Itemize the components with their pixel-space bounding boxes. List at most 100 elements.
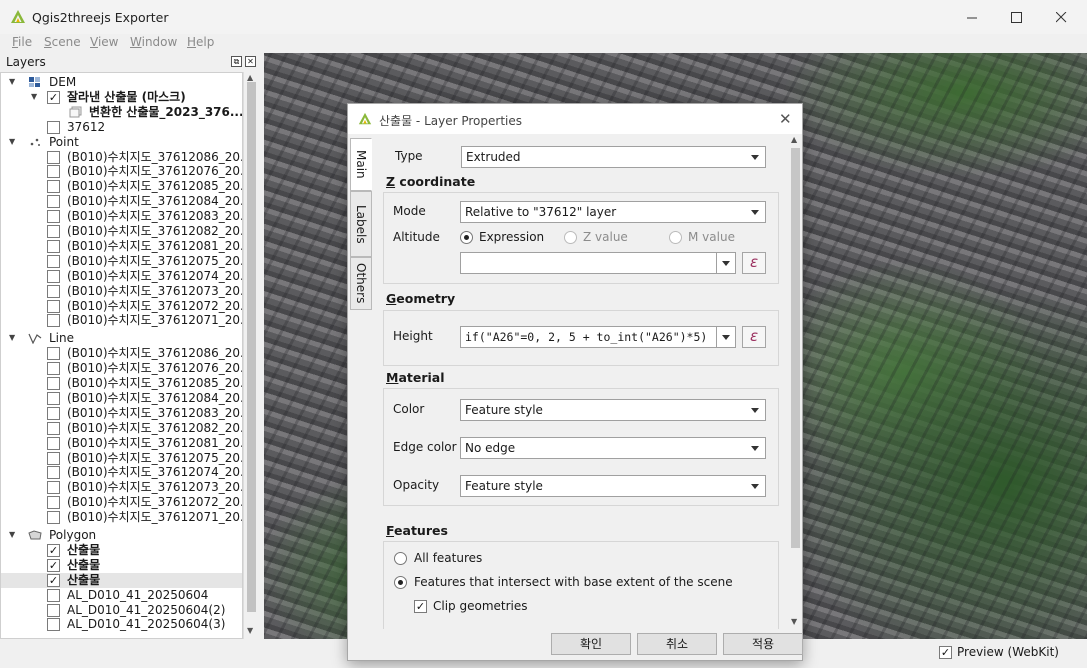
layer-visibility-checkbox[interactable] (47, 210, 60, 224)
height-expression-input[interactable]: if("A26"=0, 2, 5 + to_int("A26")*5) (460, 326, 717, 348)
layer-item[interactable]: 37612 (1, 120, 242, 135)
dialog-close-icon[interactable]: ✕ (779, 110, 792, 128)
layer-item[interactable]: (B010)수치지도_37612085_20... (1, 179, 242, 194)
layer-visibility-checkbox[interactable] (47, 180, 60, 194)
menu-file[interactable]: File (12, 35, 32, 49)
layer-item[interactable]: ✓ 산출물 (1, 572, 242, 588)
menu-view[interactable]: View (90, 35, 118, 49)
layer-visibility-checkbox[interactable] (47, 299, 60, 313)
close-panel-button[interactable]: ✕ (245, 56, 256, 67)
layer-group-polygon[interactable]: ▼ Polygon (1, 528, 242, 543)
layer-visibility-checkbox[interactable]: ✓ (47, 90, 60, 104)
layer-visibility-checkbox[interactable] (47, 195, 60, 209)
layer-visibility-checkbox[interactable] (47, 362, 60, 376)
layer-visibility-checkbox[interactable] (47, 284, 60, 298)
layer-item[interactable]: ✓ 산출물 (1, 558, 242, 573)
menu-scene[interactable]: Scene (44, 35, 81, 49)
layer-visibility-checkbox[interactable] (47, 511, 60, 525)
scroll-up-icon[interactable]: ▲ (791, 135, 797, 144)
layer-item[interactable]: (B010)수치지도_37612076_20... (1, 164, 242, 179)
height-expression-builder-button[interactable]: ε (742, 326, 766, 348)
altitude-z-value-radio[interactable] (564, 231, 577, 244)
tab-main[interactable]: Main (350, 138, 372, 191)
layer-visibility-checkbox[interactable] (47, 466, 60, 480)
layer-visibility-checkbox[interactable] (47, 225, 60, 238)
scroll-down-icon[interactable]: ▼ (791, 617, 797, 626)
edge-color-select[interactable]: No edge (460, 437, 766, 459)
opacity-select[interactable]: Feature style (460, 475, 766, 497)
layer-visibility-checkbox[interactable] (47, 421, 60, 435)
mode-select[interactable]: Relative to "37612" layer (460, 201, 766, 223)
layer-visibility-checkbox[interactable] (47, 391, 60, 405)
layer-item[interactable]: (B010)수치지도_37612083_20... (1, 406, 242, 421)
maximize-button[interactable] (993, 0, 1039, 34)
height-expression-dropdown[interactable] (716, 326, 736, 348)
layer-item[interactable]: (B010)수치지도_37612085_20... (1, 376, 242, 391)
layer-visibility-checkbox[interactable] (47, 239, 60, 253)
layer-visibility-checkbox[interactable] (47, 406, 60, 420)
layer-item[interactable]: (B010)수치지도_37612071_20... (1, 313, 242, 328)
layer-visibility-checkbox[interactable] (47, 165, 60, 179)
chevron-down-icon[interactable]: ▼ (9, 333, 18, 342)
minimize-button[interactable] (949, 0, 995, 34)
layer-item[interactable]: (B010)수치지도_37612075_20... (1, 254, 242, 269)
layer-visibility-checkbox[interactable]: ✓ (47, 573, 60, 587)
layer-item[interactable]: (B010)수치지도_37612076_20... (1, 361, 242, 376)
layer-visibility-checkbox[interactable] (47, 618, 60, 632)
type-select[interactable]: Extruded (461, 146, 766, 168)
layer-visibility-checkbox[interactable] (47, 436, 60, 450)
layer-item[interactable]: (B010)수치지도_37612083_20... (1, 209, 242, 224)
tab-others[interactable]: Others (350, 257, 372, 310)
layer-visibility-checkbox[interactable] (47, 269, 60, 283)
altitude-expression-builder-button[interactable]: ε (742, 252, 766, 274)
chevron-down-icon[interactable]: ▼ (9, 77, 18, 86)
layer-item[interactable]: (B010)수치지도_37612071_20... (1, 510, 242, 525)
layer-item[interactable]: (B010)수치지도_37612081_20... (1, 436, 242, 451)
scroll-down-icon[interactable]: ▼ (247, 626, 253, 635)
layer-visibility-checkbox[interactable] (47, 481, 60, 495)
tab-labels[interactable]: Labels (350, 191, 372, 257)
menu-help[interactable]: Help (187, 35, 214, 49)
clip-geometries-checkbox[interactable]: ✓ (414, 600, 427, 613)
layer-item[interactable]: (B010)수치지도_37612086_20... (1, 150, 242, 165)
float-panel-button[interactable]: ⧉ (231, 56, 242, 67)
chevron-down-icon[interactable]: ▼ (9, 137, 18, 146)
layer-item[interactable]: (B010)수치지도_37612072_20... (1, 495, 242, 510)
layer-visibility-checkbox[interactable] (47, 347, 60, 361)
layer-visibility-checkbox[interactable] (47, 603, 60, 617)
preview-checkbox[interactable]: ✓ (939, 646, 952, 659)
layer-item[interactable]: (B010)수치지도_37612075_20... (1, 451, 242, 466)
chevron-down-icon[interactable]: ▼ (31, 92, 40, 101)
layer-group-dem[interactable]: ▼ DEM (1, 75, 242, 90)
apply-button[interactable]: 적용 (723, 633, 803, 655)
altitude-expression-dropdown[interactable] (716, 252, 736, 274)
layer-visibility-checkbox[interactable] (47, 120, 60, 134)
color-select[interactable]: Feature style (460, 399, 766, 421)
layer-item[interactable]: (B010)수치지도_37612072_20... (1, 299, 242, 314)
scrollbar-thumb[interactable] (247, 82, 256, 612)
layer-visibility-checkbox[interactable] (47, 588, 60, 602)
layer-item[interactable]: (B010)수치지도_37612073_20... (1, 284, 242, 299)
altitude-expression-radio[interactable] (460, 231, 473, 244)
close-button[interactable] (1038, 0, 1084, 34)
ok-button[interactable]: 확인 (551, 633, 631, 655)
all-features-radio[interactable] (394, 552, 407, 565)
layer-item[interactable]: (B010)수치지도_37612084_20... (1, 194, 242, 209)
layer-item[interactable]: (B010)수치지도_37612081_20... (1, 239, 242, 254)
layer-item[interactable]: (B010)수치지도_37612082_20... (1, 421, 242, 436)
layer-group-line[interactable]: ▼ Line (1, 331, 242, 346)
intersect-features-radio[interactable] (394, 576, 407, 589)
layer-visibility-checkbox[interactable] (47, 150, 60, 164)
chevron-down-icon[interactable]: ▼ (9, 530, 18, 539)
cancel-button[interactable]: 취소 (637, 633, 717, 655)
altitude-m-value-radio[interactable] (669, 231, 682, 244)
layer-visibility-checkbox[interactable] (47, 377, 60, 390)
layer-item[interactable]: ▼ ✓ 잘라낸 산출물 (마스크) (1, 90, 242, 105)
layer-visibility-checkbox[interactable] (47, 314, 60, 328)
layer-item[interactable]: (B010)수치지도_37612074_20... (1, 465, 242, 480)
dialog-scrollbar[interactable]: ▲ ▼ (789, 134, 802, 629)
layer-item[interactable]: 변환한 산출물_2023_376... (1, 105, 242, 120)
layer-visibility-checkbox[interactable] (47, 254, 60, 268)
layer-item[interactable]: (B010)수치지도_37612086_20... (1, 346, 242, 361)
layer-visibility-checkbox[interactable] (47, 496, 60, 510)
